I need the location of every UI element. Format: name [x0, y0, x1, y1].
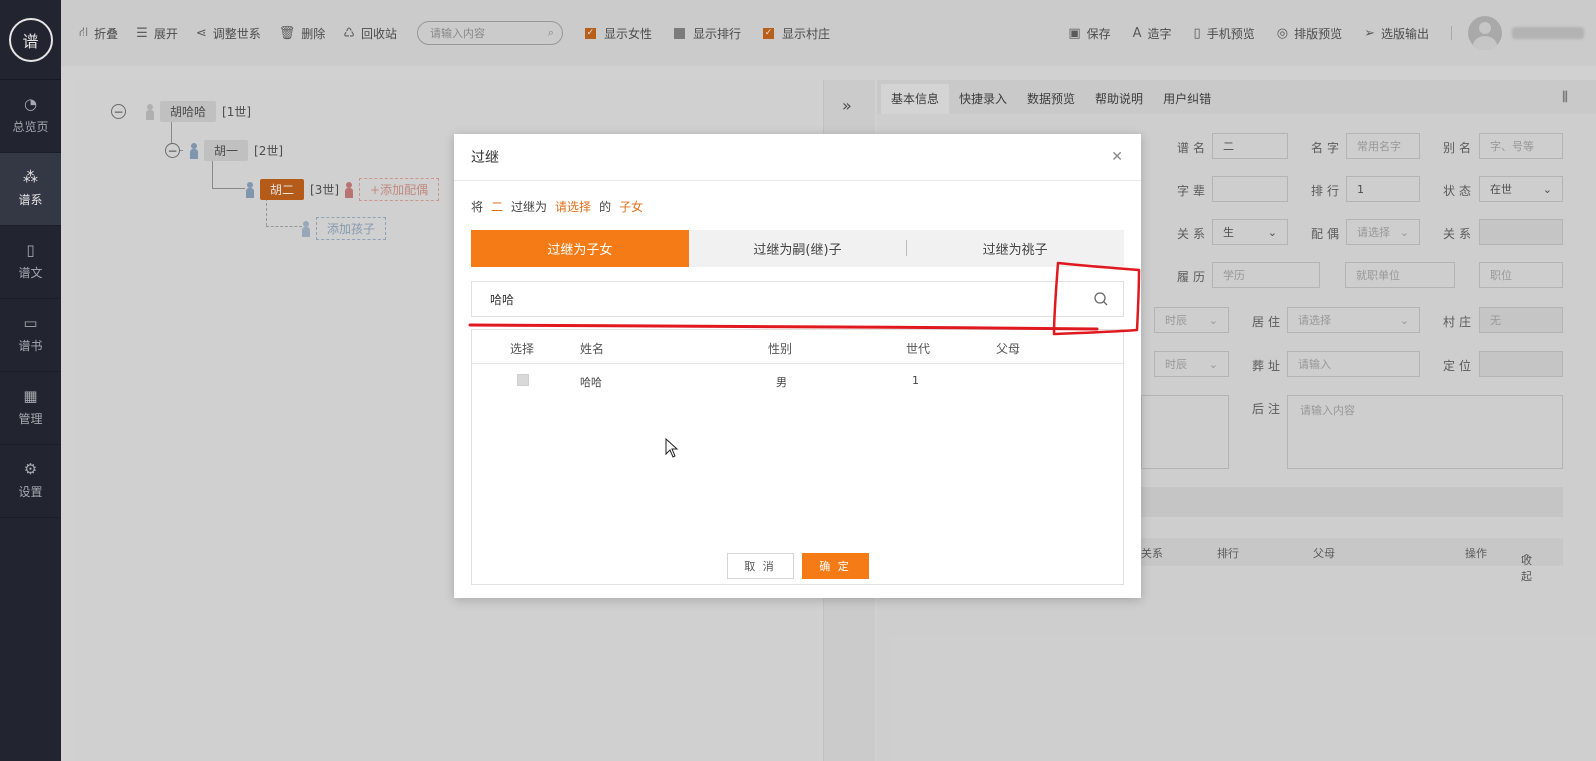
results-table-header: 选择 姓名 性别 世代 父母	[472, 330, 1123, 364]
table-row[interactable]: 哈哈 男 1	[472, 364, 1123, 398]
search-value: 哈哈	[490, 292, 515, 307]
column-select: 选择	[510, 342, 535, 356]
dialog-title: 过继	[471, 150, 499, 166]
search-results-table: 选择 姓名 性别 世代 父母 哈哈 男 1	[471, 329, 1124, 585]
row-gender: 男	[776, 376, 787, 389]
desc-of: 的	[599, 200, 612, 214]
desc-type: 子女	[619, 200, 644, 214]
mouse-cursor-icon	[665, 438, 679, 458]
desc-middle: 过继为	[511, 200, 548, 214]
row-name: 哈哈	[580, 376, 602, 389]
tab-adopt-as-tiao[interactable]: 过继为祧子	[906, 230, 1124, 267]
dialog-description: 将 二 过继为 请选择 的 子女	[471, 198, 643, 215]
adoption-type-tabs: 过继为子女 过继为嗣(继)子 过继为祧子	[471, 230, 1124, 267]
close-icon[interactable]: ✕	[1111, 149, 1123, 165]
desc-person: 二	[491, 200, 504, 214]
tab-adopt-as-heir[interactable]: 过继为嗣(继)子	[689, 230, 907, 267]
desc-target-link[interactable]: 请选择	[555, 198, 591, 215]
row-generation: 1	[912, 374, 919, 387]
search-icon[interactable]	[1093, 291, 1109, 307]
adoption-dialog: 过继 ✕ 将 二 过继为 请选择 的 子女 过继为子女 过继为嗣(继)子 过继为…	[454, 134, 1141, 598]
tab-adopt-as-child[interactable]: 过继为子女	[471, 230, 689, 267]
column-generation: 世代	[906, 342, 931, 356]
row-select-checkbox[interactable]	[517, 374, 529, 386]
column-name: 姓名	[580, 342, 605, 356]
column-gender: 性别	[768, 342, 793, 356]
column-parents: 父母	[996, 342, 1021, 356]
dialog-footer: 取 消 确 定	[454, 553, 1141, 579]
person-search-input[interactable]: 哈哈	[471, 281, 1124, 317]
desc-prefix: 将	[471, 200, 484, 214]
dialog-header: 过继 ✕	[454, 134, 1141, 181]
cancel-button[interactable]: 取 消	[726, 553, 794, 579]
confirm-button[interactable]: 确 定	[801, 553, 869, 579]
